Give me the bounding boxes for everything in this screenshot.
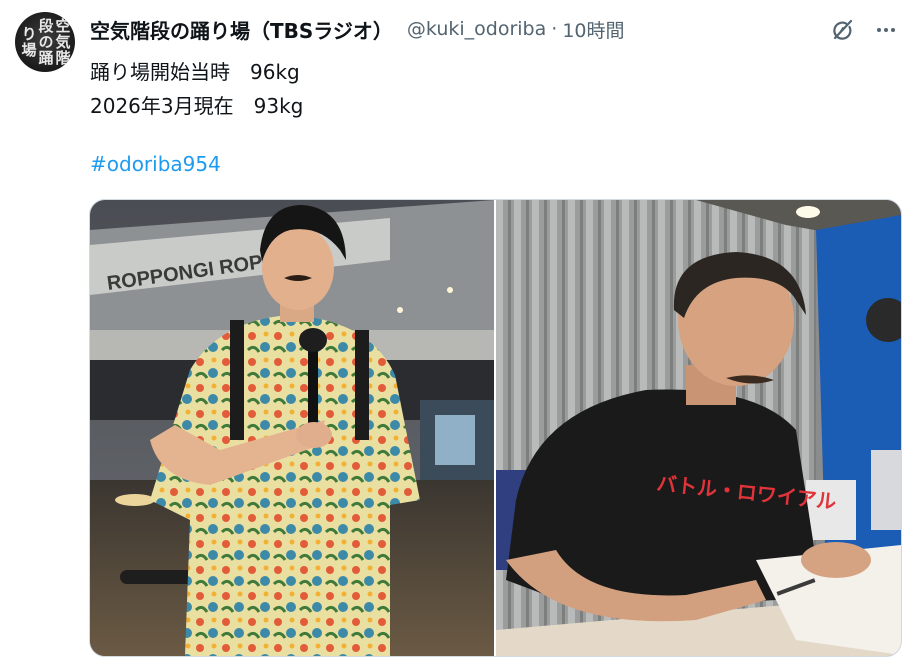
author-avatar[interactable]: 空気階段の踊り場 (15, 12, 75, 72)
author-handle[interactable]: @kuki_odoriba (407, 18, 546, 40)
more-dots-icon[interactable] (872, 16, 900, 44)
media-grid: ROPPONGI ROPPONGI バトル・ロワイアル (89, 199, 902, 657)
header-separator: · (551, 18, 558, 40)
avatar-logo-text: 空気階段の踊り場 (19, 18, 72, 66)
post-header: 空気階段の踊り場（TBSラジオ） @kuki_odoriba · 10時間 (90, 14, 625, 44)
grok-icon[interactable] (829, 16, 857, 44)
photo-right[interactable]: バトル・ロワイアル (496, 200, 901, 656)
post-text-line-2: 2026年3月現在 93kg (90, 94, 304, 118)
post-timestamp[interactable]: 10時間 (562, 16, 624, 43)
post-text-line-1: 踊り場開始当時 96kg (90, 60, 300, 84)
author-name[interactable]: 空気階段の踊り場（TBSラジオ） (90, 15, 393, 44)
photo-left[interactable]: ROPPONGI ROPPONGI (90, 200, 494, 656)
hashtag-link[interactable]: #odoriba954 (90, 152, 221, 176)
